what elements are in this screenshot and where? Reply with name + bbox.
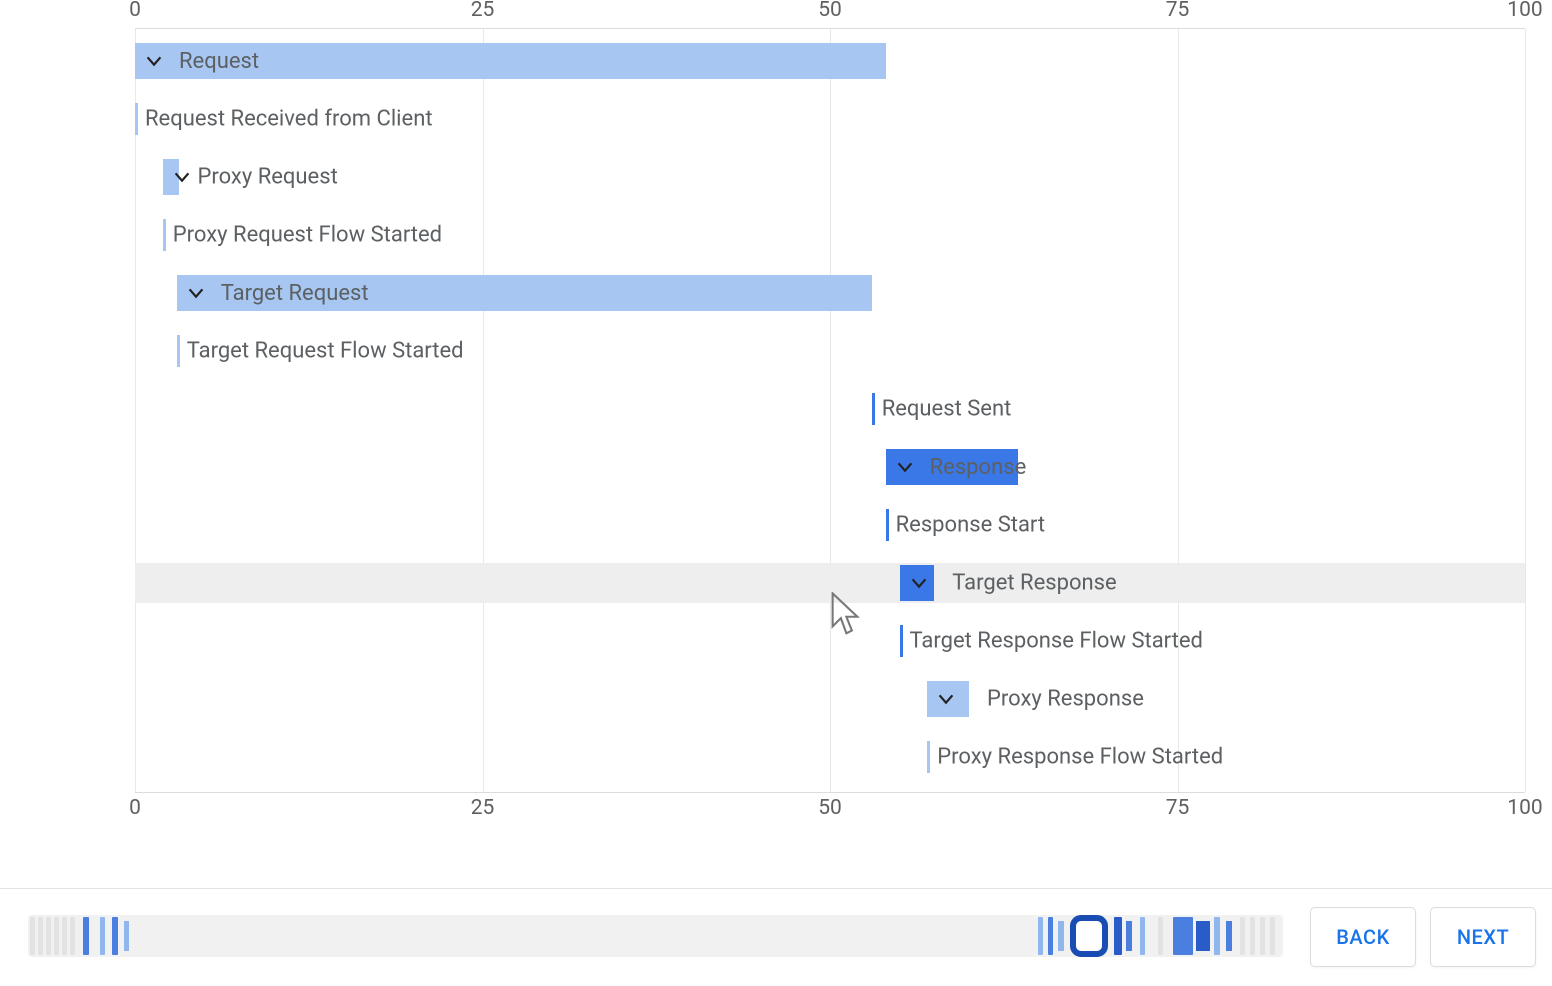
axis-tick: 0 xyxy=(129,796,141,820)
next-button[interactable]: NEXT xyxy=(1430,907,1536,967)
timeline-event-row[interactable]: Proxy Response Flow Started xyxy=(135,737,1525,777)
axis-tick: 25 xyxy=(471,0,495,22)
timeline-event-row[interactable]: Target Request Flow Started xyxy=(135,331,1525,371)
timeline-span-row[interactable]: Proxy Response xyxy=(135,679,1525,719)
event-marker xyxy=(177,335,180,367)
minimap-segment xyxy=(1226,921,1232,951)
chevron-down-icon[interactable] xyxy=(894,456,916,478)
axis-tick: 100 xyxy=(1507,0,1542,22)
minimap-segment xyxy=(1126,921,1132,951)
timeline-chart: 0255075100 RequestRequest Received from … xyxy=(30,0,1520,850)
axis-tick: 100 xyxy=(1507,796,1542,820)
axis-tick: 25 xyxy=(471,796,495,820)
minimap[interactable] xyxy=(28,915,1283,957)
minimap-segment xyxy=(46,917,51,955)
footer: BACK NEXT xyxy=(0,888,1552,986)
next-button-label: NEXT xyxy=(1457,925,1509,949)
minimap-handle[interactable] xyxy=(1070,915,1108,957)
minimap-segment xyxy=(1250,917,1255,955)
span-label: Proxy Response xyxy=(987,687,1144,712)
timeline-event-row[interactable]: Request Received from Client xyxy=(135,99,1525,139)
minimap-segment xyxy=(54,917,59,955)
span-bar[interactable]: Target Request xyxy=(177,275,872,311)
chevron-down-icon[interactable] xyxy=(171,166,193,188)
span-bar[interactable] xyxy=(163,159,180,195)
minimap-segment xyxy=(1240,917,1245,955)
span-label: Target Response xyxy=(952,571,1116,596)
minimap-segment xyxy=(1270,917,1275,955)
axis-tick: 0 xyxy=(129,0,141,22)
minimap-segment xyxy=(1058,921,1064,951)
minimap-segment xyxy=(30,917,35,955)
minimap-segment xyxy=(1048,917,1053,955)
axis-tick: 50 xyxy=(818,0,842,22)
event-label: Request Sent xyxy=(882,397,1012,422)
minimap-segment xyxy=(38,917,43,955)
minimap-segment xyxy=(1158,917,1163,955)
axis-tick: 75 xyxy=(1166,0,1190,22)
minimap-segment xyxy=(1196,921,1210,951)
minimap-segment xyxy=(83,917,89,955)
event-label: Proxy Request Flow Started xyxy=(173,223,442,248)
event-marker xyxy=(872,393,875,425)
span-bar[interactable] xyxy=(927,681,969,717)
minimap-segment xyxy=(124,921,129,951)
minimap-segment xyxy=(62,917,67,955)
gridline xyxy=(1525,29,1526,792)
timeline-event-row[interactable]: Response Start xyxy=(135,505,1525,545)
chevron-down-icon[interactable] xyxy=(908,572,930,594)
span-label: Request xyxy=(179,49,259,74)
axis-tick: 75 xyxy=(1166,796,1190,820)
span-label: Proxy Request xyxy=(197,165,337,190)
chevron-down-icon[interactable] xyxy=(185,282,207,304)
event-label: Response Start xyxy=(896,513,1046,538)
timeline-span-row[interactable]: Proxy Request xyxy=(135,157,1525,197)
timeline-event-row[interactable]: Target Response Flow Started xyxy=(135,621,1525,661)
minimap-segment xyxy=(1260,917,1265,955)
timeline-event-row[interactable]: Request Sent xyxy=(135,389,1525,429)
minimap-segment xyxy=(1114,917,1122,955)
timeline-span-row[interactable]: Target Request xyxy=(135,273,1525,313)
event-label: Proxy Response Flow Started xyxy=(937,745,1223,770)
event-marker xyxy=(900,625,903,657)
timeline-plot[interactable]: Request Request Received from Client Proxy… xyxy=(135,28,1525,793)
timeline-span-row[interactable]: Request xyxy=(135,41,1525,81)
back-button-label: BACK xyxy=(1336,925,1389,949)
event-marker xyxy=(135,103,138,135)
event-marker xyxy=(927,741,930,773)
minimap-segment xyxy=(1140,917,1145,955)
timeline-span-row[interactable]: Target Response xyxy=(135,563,1525,603)
back-button[interactable]: BACK xyxy=(1310,907,1416,967)
span-label: Target Request xyxy=(221,281,369,306)
span-bar[interactable] xyxy=(900,565,935,601)
span-bar[interactable]: Request xyxy=(135,43,886,79)
axis-tick: 50 xyxy=(818,796,842,820)
minimap-segment xyxy=(112,917,118,955)
event-label: Target Request Flow Started xyxy=(187,339,464,364)
minimap-segment xyxy=(1173,917,1193,955)
event-marker xyxy=(163,219,166,251)
event-label: Request Received from Client xyxy=(145,107,433,132)
span-label: Response xyxy=(930,455,1027,480)
event-label: Target Response Flow Started xyxy=(910,629,1203,654)
chevron-down-icon[interactable] xyxy=(143,50,165,72)
chevron-down-icon[interactable] xyxy=(935,688,957,710)
minimap-segment xyxy=(1038,917,1043,955)
minimap-segment xyxy=(100,917,105,955)
timeline-span-row[interactable]: Response xyxy=(135,447,1525,487)
timeline-event-row[interactable]: Proxy Request Flow Started xyxy=(135,215,1525,255)
span-bar[interactable]: Response xyxy=(886,449,1018,485)
minimap-segment xyxy=(70,917,75,955)
minimap-segment xyxy=(1214,917,1220,955)
event-marker xyxy=(886,509,889,541)
